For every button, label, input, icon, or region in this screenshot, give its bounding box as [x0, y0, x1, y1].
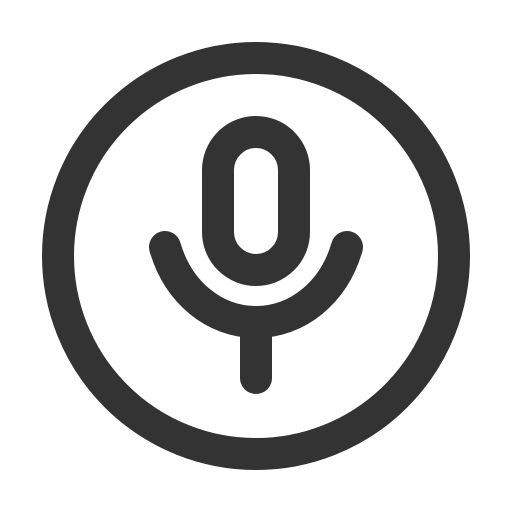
mic-capsule: [202, 116, 310, 286]
microphone-in-circle-icon: [42, 42, 470, 470]
microphone-button[interactable]: [0, 0, 512, 512]
